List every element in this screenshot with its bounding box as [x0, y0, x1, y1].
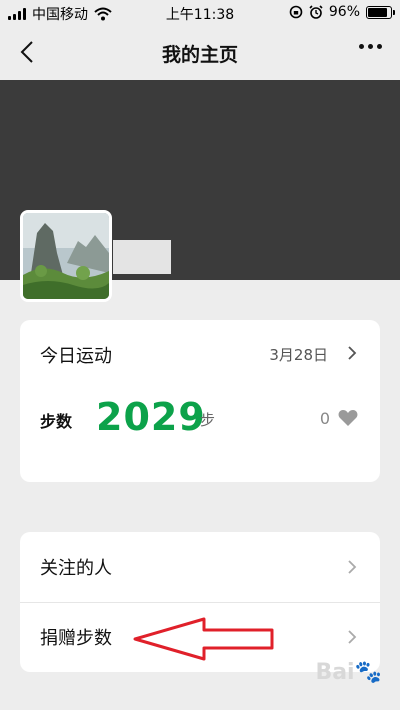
steps-value: 2029 — [96, 395, 206, 439]
mountain-landscape-image — [23, 213, 109, 299]
baidu-watermark: Bai🐾 — [315, 660, 382, 685]
battery-percent: 96% — [328, 4, 360, 20]
battery-fill — [368, 7, 387, 17]
avatar[interactable] — [20, 210, 112, 302]
heart-icon[interactable] — [338, 409, 358, 427]
today-sport-card[interactable]: 今日运动 3月28日 步数 2029 步 0 — [20, 320, 380, 482]
more-dots-icon[interactable] — [359, 44, 382, 49]
chevron-right-icon — [348, 346, 357, 360]
status-right: 96% — [289, 4, 395, 20]
menu-item-label: 捐赠步数 — [40, 628, 112, 649]
menu-item-label: 关注的人 — [40, 558, 112, 579]
red-arrow-annotation — [133, 617, 274, 661]
sport-date: 3月28日 — [269, 346, 328, 364]
nickname-redacted — [113, 240, 171, 274]
status-bar: 中国移动 上午11:38 96% — [0, 0, 400, 26]
rotation-lock-icon — [289, 5, 303, 19]
today-sport-title: 今日运动 — [40, 346, 112, 367]
chevron-right-icon — [348, 630, 357, 644]
steps-unit: 步 — [200, 411, 216, 429]
battery-icon — [366, 5, 395, 19]
likes-count: 0 — [319, 409, 330, 428]
navigation-bar: 我的主页 — [0, 26, 400, 80]
menu-item-following[interactable]: 关注的人 — [20, 532, 380, 602]
page-title: 我的主页 — [161, 44, 238, 66]
alarm-icon — [309, 5, 323, 19]
chevron-right-icon — [348, 560, 357, 574]
steps-label: 步数 — [40, 412, 73, 431]
